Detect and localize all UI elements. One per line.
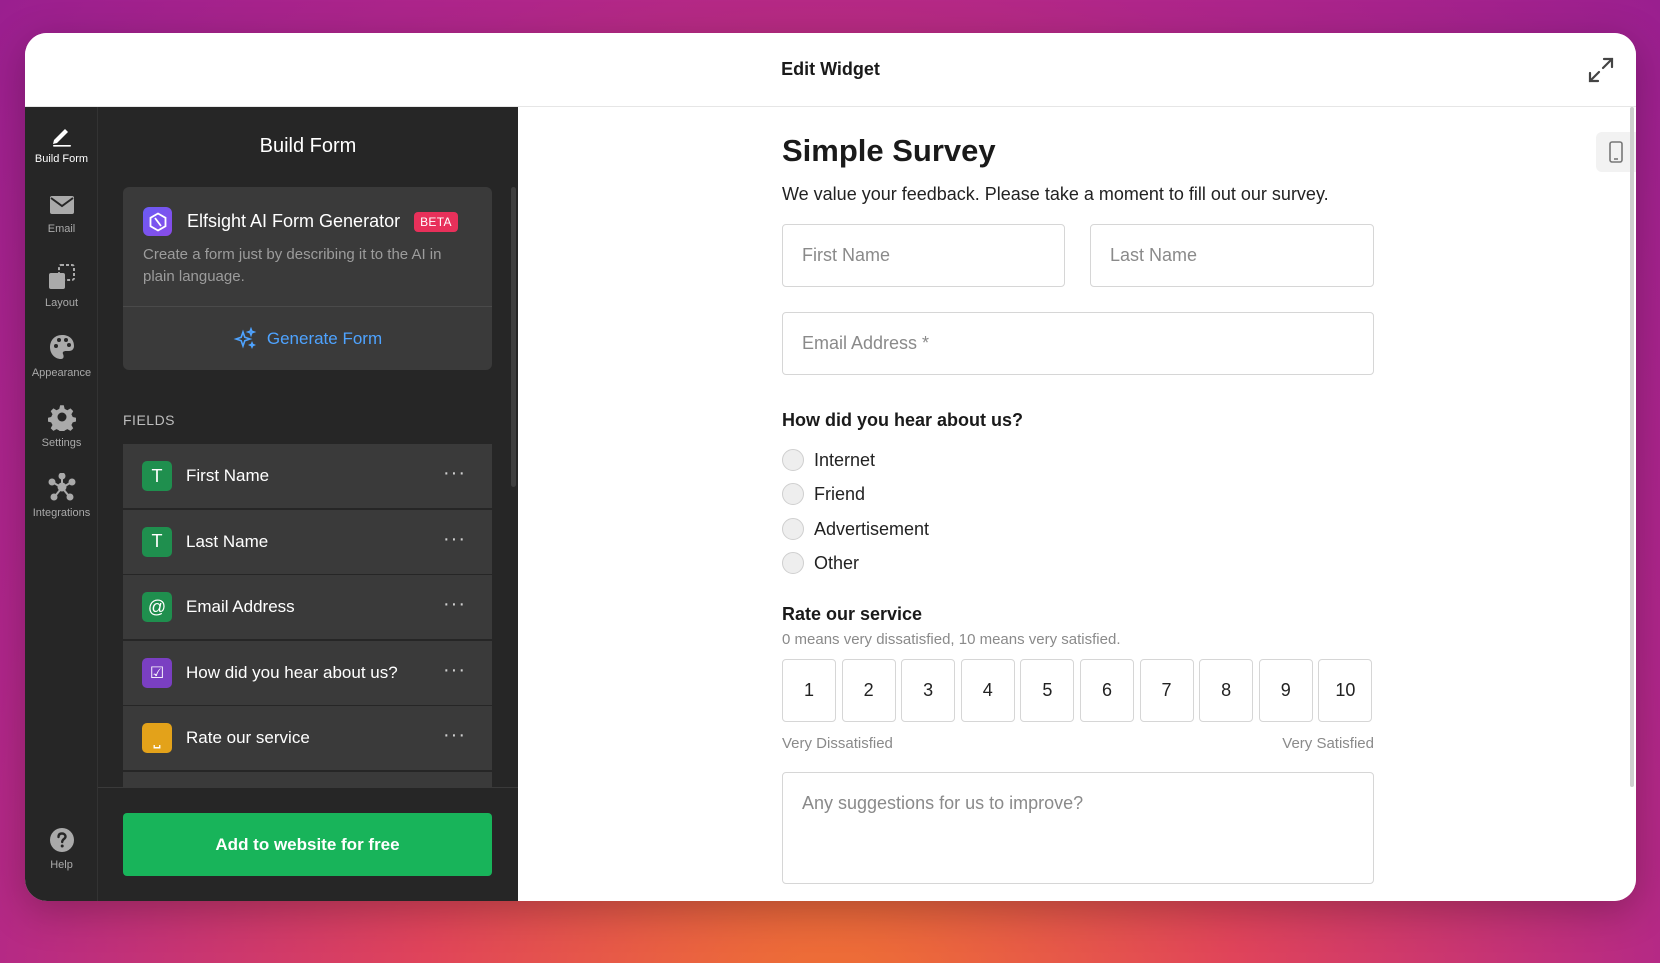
envelope-icon [49,196,74,214]
rail-label: Appearance [31,367,92,379]
more-options-icon[interactable]: ··· [443,528,466,551]
at-icon: @ [142,592,172,622]
scale-icon: ⎵ [142,723,172,753]
rail-label: Settings [41,437,82,449]
radio-button[interactable] [782,449,804,471]
radio-button[interactable] [782,518,804,540]
rail-label: Build Form [34,153,89,165]
text-icon: T [142,461,172,491]
rating-low-label: Very Dissatisfied [782,735,893,752]
rating-option[interactable]: 8 [1199,659,1254,722]
sparkle-icon [233,326,257,349]
checkbox-icon: ☑ [142,657,172,688]
email-field[interactable]: Email Address * [782,312,1374,375]
more-options-icon[interactable]: ··· [443,724,466,747]
rating-hint: 0 means very dissatisfied, 10 means very… [782,631,1121,648]
rating-option[interactable]: 9 [1258,659,1313,722]
radio-label: Other [814,552,860,573]
expand-icon[interactable] [1586,55,1616,85]
rail-layout[interactable]: Layout [25,263,98,309]
rail-help[interactable]: Help [25,827,98,871]
text-icon: T [142,526,172,557]
gear-icon [47,405,76,431]
field-row-source[interactable]: ☑ How did you hear about us? ··· [123,640,492,705]
form-title: Simple Survey [782,133,996,168]
ai-generator-name: Elfsight AI Form Generator [187,211,401,231]
more-options-icon[interactable]: ··· [443,462,466,485]
rail-label: Integrations [32,507,91,519]
rail-label: Email [47,223,76,235]
panel-footer: Add to website for free [98,787,518,901]
radio-advertisement[interactable]: Advertisement [782,518,929,540]
integrations-icon [48,473,75,501]
radio-internet[interactable]: Internet [782,449,875,471]
rating-option[interactable]: 5 [1020,659,1075,722]
field-row-email[interactable]: @ Email Address ··· [123,575,492,639]
radio-label: Internet [814,449,876,470]
top-bar: Edit Widget [25,33,1636,107]
field-name: Rate our service [186,728,310,747]
generate-form-button[interactable]: Generate Form [123,307,492,370]
help-label: Help [50,859,73,871]
pencil-icon [52,129,71,147]
source-question: How did you hear about us? [782,410,1024,430]
generate-form-label: Generate Form [266,328,383,348]
panel-scrollbar[interactable] [511,187,516,487]
fields-list: T First Name ··· T Last Name ··· @ Email… [123,444,492,787]
rating-option[interactable]: 2 [841,659,896,722]
layout-icon [48,264,75,289]
rail-appearance[interactable]: Appearance [25,333,98,379]
field-row-rating[interactable]: ⎵ Rate our service ··· [123,706,492,770]
field-row-last-name[interactable]: T Last Name ··· [123,509,492,574]
rating-option[interactable]: 3 [901,659,956,722]
more-options-icon[interactable]: ··· [443,593,466,616]
palette-icon [49,335,74,359]
ai-generator-card: Elfsight AI Form Generator BETA Create a… [123,187,492,370]
field-row-first-name[interactable]: T First Name ··· [123,444,492,508]
radio-label: Friend [814,483,866,504]
rating-option[interactable]: 6 [1079,659,1134,722]
radio-other[interactable]: Other [782,552,859,574]
rating-option[interactable]: 7 [1139,659,1194,722]
window-title: Edit Widget [781,59,880,79]
field-name: Email Address [186,597,295,616]
field-name: First Name [186,466,270,485]
help-icon [49,828,74,852]
radio-friend[interactable]: Friend [782,483,865,505]
fields-section-label: FIELDS [123,412,176,428]
form-description: We value your feedback. Please take a mo… [782,184,1329,204]
add-to-website-button[interactable]: Add to website for free [123,813,492,876]
field-row-partial[interactable] [123,771,492,787]
rating-scale: 1 2 3 4 5 6 7 8 9 10 [782,659,1373,722]
rail-label: Layout [44,297,79,309]
last-name-field[interactable]: Last Name [1090,224,1374,287]
rail-integrations[interactable]: Integrations [25,473,98,519]
rating-option[interactable]: 10 [1318,659,1373,722]
rating-option[interactable]: 4 [960,659,1015,722]
build-form-panel: Build Form Elfsight AI Form Generator BE… [98,107,518,901]
rail-settings[interactable]: Settings [25,403,98,449]
field-name: How did you hear about us? [186,662,398,682]
rating-question: Rate our service [782,604,923,624]
panel-title: Build Form [259,135,357,157]
rating-high-label: Very Satisfied [1282,735,1374,752]
field-name: Last Name [186,531,269,551]
radio-button[interactable] [782,483,804,505]
preview-scrollbar[interactable] [1630,107,1634,787]
beta-badge: BETA [414,211,458,232]
radio-button[interactable] [782,552,804,574]
editor-window: Edit Widget Build Form Email Layout Appe… [25,33,1636,901]
ai-logo-icon [143,207,172,236]
form-preview: Simple Survey We value your feedback. Pl… [518,107,1636,901]
ai-generator-description: Create a form just by describing it to t… [143,246,442,285]
rail-build-form[interactable]: Build Form [25,123,98,165]
suggestions-field[interactable]: Any suggestions for us to improve? [782,772,1374,884]
icon-rail: Build Form Email Layout Appearance Setti… [25,107,98,901]
more-options-icon[interactable]: ··· [443,659,466,682]
radio-label: Advertisement [814,518,930,539]
rail-email[interactable]: Email [25,193,98,235]
rating-option[interactable]: 1 [782,659,836,722]
first-name-field[interactable]: First Name [782,224,1065,287]
